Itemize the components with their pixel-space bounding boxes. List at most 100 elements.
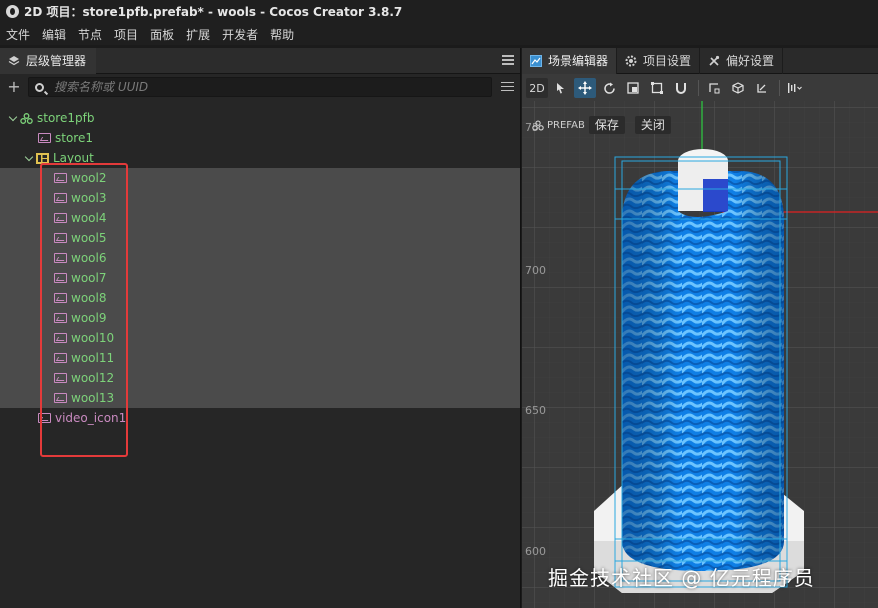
prefab-mode-label: PREFAB bbox=[547, 119, 585, 131]
tab-scene-editor[interactable]: 场景编辑器 bbox=[522, 48, 618, 74]
scene-icon bbox=[530, 54, 542, 67]
sprite-icon bbox=[54, 273, 67, 283]
tree-node-layout[interactable]: Layout bbox=[0, 148, 520, 168]
sprite-icon bbox=[38, 413, 51, 423]
move-icon bbox=[578, 81, 592, 95]
sprite-icon bbox=[54, 393, 67, 403]
sprite-icon bbox=[54, 333, 67, 343]
cocos-logo-icon bbox=[6, 5, 19, 18]
tree-node-label: video_icon1 bbox=[55, 411, 127, 425]
tree-node-wool[interactable]: wool11 bbox=[0, 348, 520, 368]
menu-extension[interactable]: 扩展 bbox=[186, 26, 210, 43]
align-dropdown-button[interactable] bbox=[784, 78, 806, 98]
tab-scene-editor-label: 场景编辑器 bbox=[548, 54, 609, 68]
tree-node-wool[interactable]: wool9 bbox=[0, 308, 520, 328]
save-button[interactable]: 保存 bbox=[588, 116, 625, 134]
sprite-icon bbox=[54, 233, 67, 243]
search-box bbox=[28, 77, 492, 97]
chevron-down-icon[interactable] bbox=[24, 153, 34, 163]
camera-view-button[interactable] bbox=[751, 78, 773, 98]
menu-bar: 文件 编辑 节点 项目 面板 扩展 开发者 帮助 bbox=[0, 23, 878, 45]
tree-node-label: wool4 bbox=[71, 211, 107, 225]
scene-toolbar: 2D bbox=[522, 75, 878, 101]
tree-node-label: wool7 bbox=[71, 271, 107, 285]
scale-icon bbox=[627, 82, 639, 94]
transform-pivot-button[interactable] bbox=[703, 78, 725, 98]
sprite-icon bbox=[54, 213, 67, 223]
tree-node-wool[interactable]: wool12 bbox=[0, 368, 520, 388]
scale-tool-button[interactable] bbox=[622, 78, 644, 98]
menu-edit[interactable]: 编辑 bbox=[42, 26, 66, 43]
tree-node-wool[interactable]: wool10 bbox=[0, 328, 520, 348]
tree-node-root[interactable]: store1pfb bbox=[0, 108, 520, 128]
tree-node-wool[interactable]: wool5 bbox=[0, 228, 520, 248]
local-global-button[interactable] bbox=[727, 78, 749, 98]
hierarchy-tabbar: 层级管理器 bbox=[0, 47, 520, 74]
menu-help[interactable]: 帮助 bbox=[270, 26, 294, 43]
move-tool-button[interactable] bbox=[574, 78, 596, 98]
tree-node-store1[interactable]: store1 bbox=[0, 128, 520, 148]
chevron-down-icon[interactable] bbox=[8, 113, 18, 123]
sprite-icon bbox=[54, 193, 67, 203]
cursor-icon bbox=[557, 83, 564, 94]
rect-icon bbox=[651, 82, 663, 94]
tree-node-label: wool6 bbox=[71, 251, 107, 265]
sort-list-icon[interactable] bbox=[501, 82, 514, 93]
prefab-edit-bar: PREFAB 保存 关闭 bbox=[522, 116, 675, 134]
tree-node-label: wool11 bbox=[71, 351, 115, 365]
node-tree: store1pfb store1 Layout wool2 wool3 wool… bbox=[0, 108, 520, 428]
watermark: 掘金技术社区 @ 亿元程序员 bbox=[548, 566, 815, 590]
sprite-icon bbox=[54, 353, 67, 363]
tab-preferences[interactable]: 偏好设置 bbox=[700, 48, 784, 74]
tab-project-settings-label: 项目设置 bbox=[643, 54, 692, 68]
add-node-button[interactable]: + bbox=[4, 78, 24, 98]
tree-node-label: wool13 bbox=[71, 391, 115, 405]
tab-hierarchy[interactable]: 层级管理器 bbox=[0, 47, 97, 74]
select-tool-button[interactable] bbox=[550, 78, 572, 98]
tree-node-label: wool5 bbox=[71, 231, 107, 245]
title-bar: 2D 项目：store1pfb.prefab* - wools - Cocos … bbox=[0, 0, 878, 23]
gear-icon bbox=[625, 55, 637, 66]
snap-tool-button[interactable] bbox=[670, 78, 692, 98]
sprite-icon bbox=[54, 313, 67, 323]
menu-project[interactable]: 项目 bbox=[114, 26, 138, 43]
tree-node-label: wool8 bbox=[71, 291, 107, 305]
view-icon bbox=[757, 84, 766, 93]
tree-node-label: wool2 bbox=[71, 171, 107, 185]
menu-developer[interactable]: 开发者 bbox=[222, 26, 258, 43]
prefab-icon bbox=[20, 112, 33, 124]
window-title: 2D 项目：store1pfb.prefab* - wools - Cocos … bbox=[24, 5, 403, 19]
tree-node-video-icon[interactable]: video_icon1 bbox=[0, 408, 520, 428]
tree-node-label: Layout bbox=[53, 151, 94, 165]
close-button[interactable]: 关闭 bbox=[634, 116, 671, 134]
scene-panel: 场景编辑器 项目设置 偏好设置 2D 75 700 650 600 PREFAB… bbox=[522, 48, 878, 608]
search-input[interactable] bbox=[54, 80, 474, 94]
menu-panel[interactable]: 面板 bbox=[150, 26, 174, 43]
tree-node-wool[interactable]: wool8 bbox=[0, 288, 520, 308]
tab-preferences-label: 偏好设置 bbox=[726, 54, 775, 68]
menu-node[interactable]: 节点 bbox=[78, 26, 102, 43]
tab-project-settings[interactable]: 项目设置 bbox=[617, 48, 701, 74]
scene-viewport[interactable] bbox=[522, 101, 878, 608]
rotate-tool-button[interactable] bbox=[598, 78, 620, 98]
magnet-icon bbox=[676, 83, 686, 94]
tab-hierarchy-label: 层级管理器 bbox=[26, 54, 87, 68]
prefab-icon bbox=[532, 120, 544, 130]
tree-node-wool[interactable]: wool13 bbox=[0, 388, 520, 408]
sprite-icon bbox=[54, 253, 67, 263]
scene-tabbar: 场景编辑器 项目设置 偏好设置 bbox=[522, 48, 878, 74]
search-icon bbox=[35, 82, 44, 92]
tree-node-wool[interactable]: wool7 bbox=[0, 268, 520, 288]
tree-node-wool[interactable]: wool4 bbox=[0, 208, 520, 228]
rect-tool-button[interactable] bbox=[646, 78, 668, 98]
tree-node-wool[interactable]: wool3 bbox=[0, 188, 520, 208]
panel-menu-icon[interactable] bbox=[502, 55, 514, 65]
tree-node-label: wool12 bbox=[71, 371, 115, 385]
y-ruler-label: 650 bbox=[525, 404, 546, 417]
sprite-icon bbox=[38, 133, 51, 143]
menu-file[interactable]: 文件 bbox=[6, 26, 30, 43]
mode-2d-button[interactable]: 2D bbox=[526, 78, 548, 98]
tree-node-wool[interactable]: wool6 bbox=[0, 248, 520, 268]
align-icon bbox=[788, 83, 802, 93]
tree-node-wool[interactable]: wool2 bbox=[0, 168, 520, 188]
